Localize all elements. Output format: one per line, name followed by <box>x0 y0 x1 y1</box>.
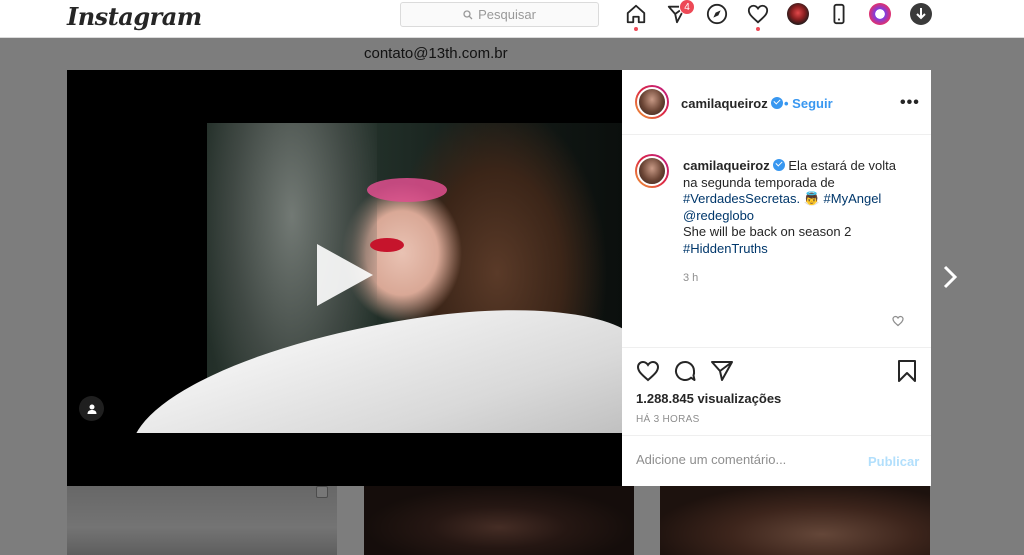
direct-badge: 4 <box>679 0 695 15</box>
more-options-icon[interactable]: ••• <box>900 94 920 112</box>
instagram-logo[interactable]: Instagram <box>67 2 202 31</box>
phone-icon[interactable] <box>828 3 850 25</box>
post-header: camilaqueiroz • Seguir ••• <box>622 70 931 135</box>
post-caption: camilaqueiroz Ela estará de volta na seg… <box>683 158 897 256</box>
play-icon[interactable] <box>317 244 373 306</box>
profile-avatar[interactable] <box>787 3 809 25</box>
like-icon[interactable] <box>636 359 660 383</box>
activity-notification-dot <box>756 27 760 31</box>
verified-icon <box>770 97 783 109</box>
author-avatar[interactable] <box>635 85 669 119</box>
save-icon[interactable] <box>895 359 919 383</box>
direct-icon[interactable]: 4 <box>666 0 695 25</box>
caption-time: 3 h <box>683 272 699 284</box>
follow-button[interactable]: • Seguir <box>784 96 833 111</box>
verified-icon <box>772 159 785 171</box>
post-actions: 1.288.845 visualizações HÁ 3 HORAS Publi… <box>622 347 931 486</box>
comment-icon[interactable] <box>673 359 697 383</box>
author-username[interactable]: camilaqueiroz <box>681 96 783 111</box>
hashtag-link[interactable]: #VerdadesSecretas. <box>683 191 800 206</box>
post-panel: camilaqueiroz • Seguir ••• camilaqueiroz… <box>622 70 931 486</box>
search-placeholder: Pesquisar <box>478 7 536 22</box>
view-count[interactable]: 1.288.845 visualizações <box>636 391 781 406</box>
publish-button[interactable]: Publicar <box>868 454 919 469</box>
hashtag-link[interactable]: #HiddenTruths <box>683 241 768 256</box>
hashtag-link[interactable]: #MyAngel <box>824 191 882 206</box>
like-comment-icon[interactable] <box>892 314 904 327</box>
post-timestamp: HÁ 3 HORAS <box>636 414 700 425</box>
search-box[interactable]: Pesquisar <box>400 2 599 27</box>
user-tag-icon[interactable] <box>79 396 104 421</box>
post-video[interactable] <box>67 70 622 486</box>
home-notification-dot <box>634 27 638 31</box>
mention-link[interactable]: @redeglobo <box>683 208 754 223</box>
comment-input[interactable] <box>636 452 846 467</box>
download-icon[interactable] <box>910 3 932 25</box>
caption-avatar[interactable] <box>635 154 669 188</box>
explore-icon[interactable] <box>706 3 728 25</box>
top-navbar: Instagram Pesquisar 4 <box>0 0 1024 38</box>
heart-icon[interactable] <box>747 3 769 25</box>
comment-bar: Publicar <box>622 435 931 487</box>
caption-username[interactable]: camilaqueiroz <box>683 158 785 173</box>
next-post-arrow-icon[interactable] <box>940 262 960 292</box>
home-icon[interactable] <box>625 3 647 25</box>
angel-emoji: 👼 <box>803 191 820 206</box>
search-icon <box>463 9 473 19</box>
share-icon[interactable] <box>710 359 734 383</box>
extension-icon[interactable] <box>869 3 891 25</box>
